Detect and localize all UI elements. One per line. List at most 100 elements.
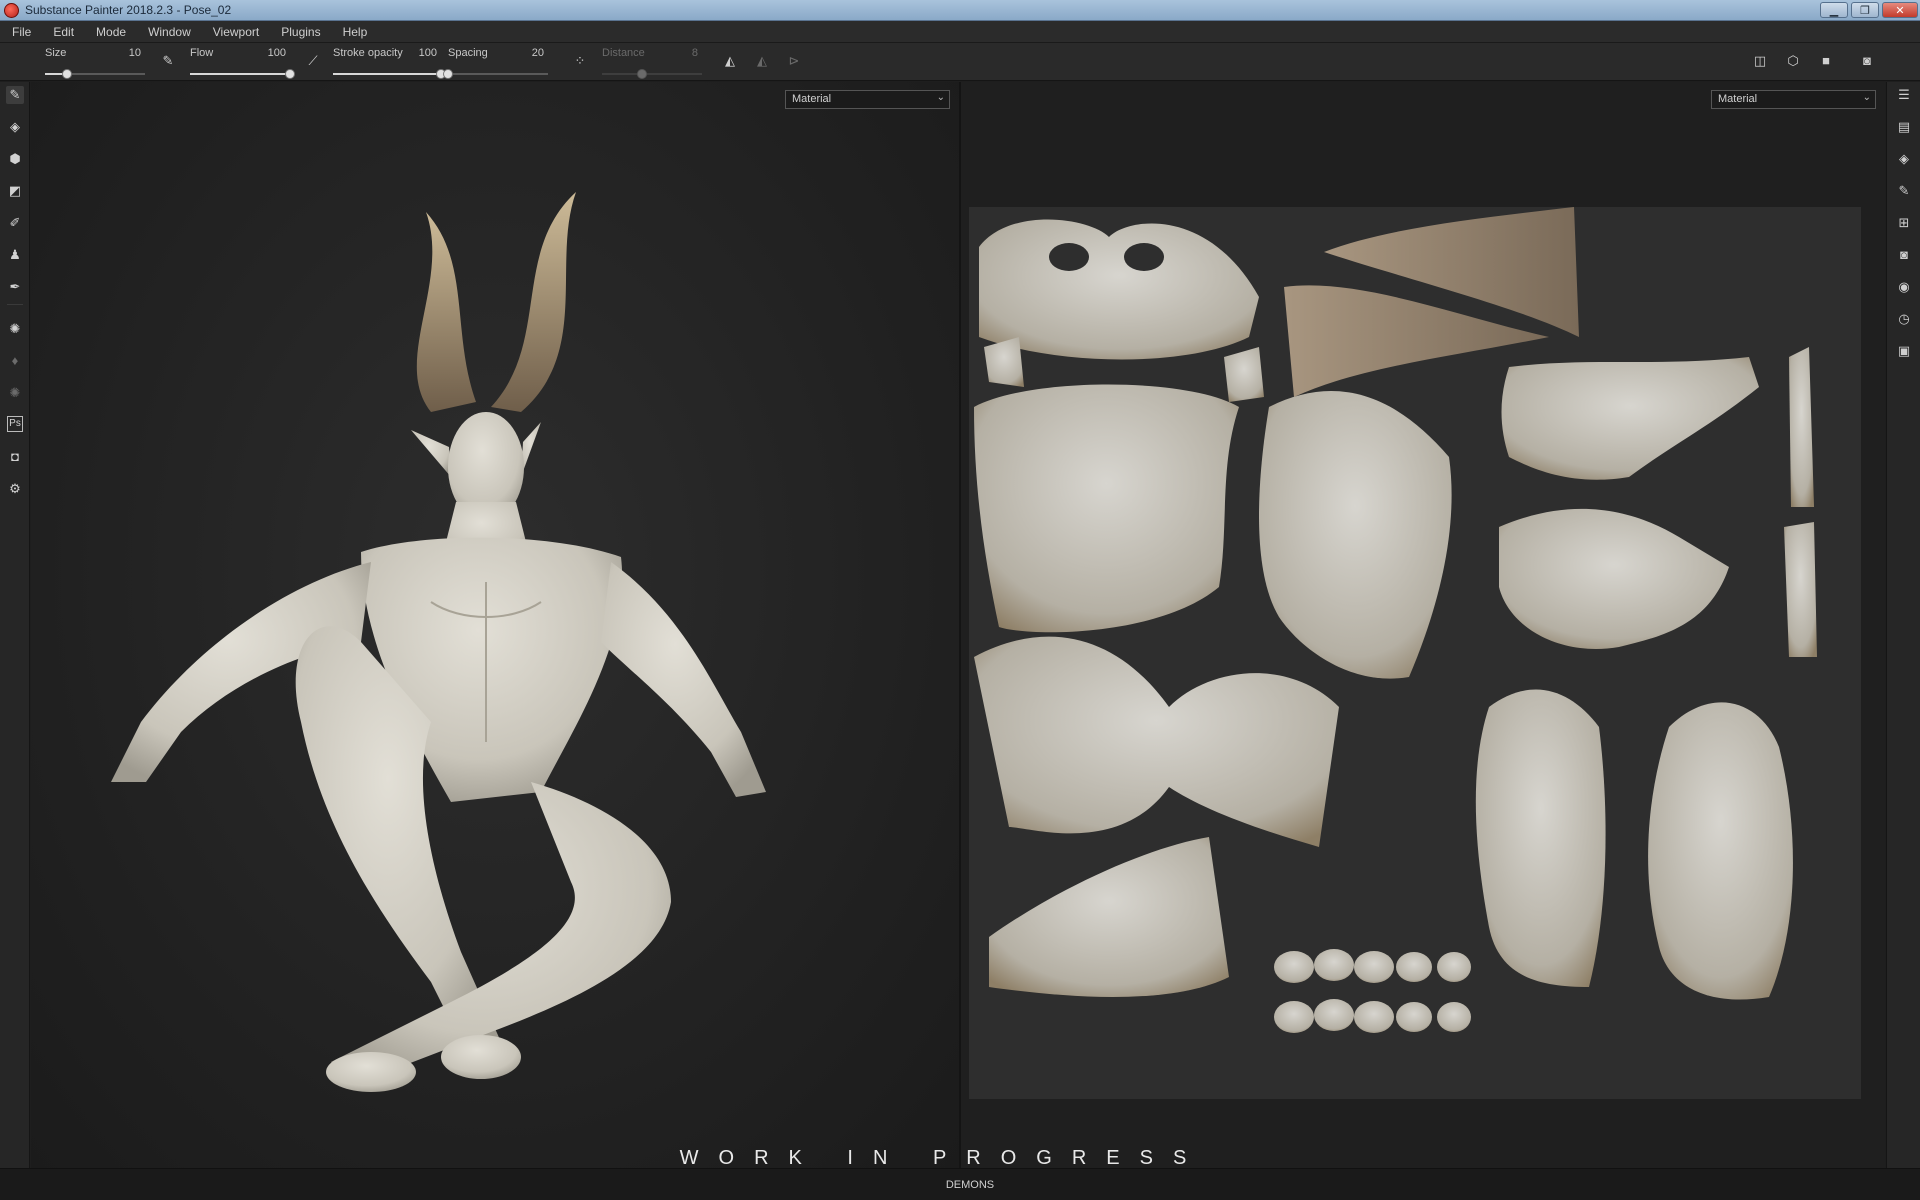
geometry-mask-icon[interactable]: ◩ [6,182,24,200]
menu-file[interactable]: File [12,25,31,39]
size-label: Size [45,47,67,59]
stroke-opacity-value[interactable]: 100 [419,47,437,59]
uv-ear-right [1224,347,1264,402]
clone-stamp-icon[interactable]: ♟ [6,246,24,264]
symmetry-icon[interactable]: ◭ [722,53,738,69]
split-view-icon[interactable]: ◫ [1752,53,1768,69]
right-foot [441,1035,521,1079]
right-ear [521,422,541,477]
camera-icon[interactable]: ■ [1818,53,1834,69]
right-horn [491,192,576,412]
size-value[interactable]: 10 [129,47,141,59]
menu-mode[interactable]: Mode [96,25,126,39]
right-arm [601,562,766,797]
tool-strip: ✎ ◈ ⬢ ◩ ✐ ♟ ✒ ✺ ♦ ✺ Ps ◘ ⚙ [0,82,30,1168]
uv-toes [1274,949,1471,1033]
restore-button[interactable]: ❐ [1851,2,1879,18]
color-picker-icon[interactable]: ✒ [6,278,24,296]
uv-foot [989,837,1229,997]
history-icon[interactable]: ◷ [1895,310,1913,328]
lazy-mouse-icon[interactable]: ⁘ [572,53,588,69]
layers-icon[interactable]: ◈ [1895,150,1913,168]
viewport-2d-channel-value: Material [1718,93,1758,105]
uv-ear-left [984,337,1024,387]
stroke-opacity-label: Stroke opacity [333,47,403,59]
stroke-opacity-slider[interactable] [333,69,446,79]
size-slider-handle[interactable] [62,69,72,79]
spacing-value[interactable]: 20 [532,47,544,59]
texture-set-icon[interactable]: ✺ [6,384,24,402]
size-slider[interactable] [45,69,145,79]
left-ear [411,430,451,477]
spacing-slider-handle[interactable] [443,69,453,79]
uv-leg-lower-right [1648,702,1793,1000]
viewport-3d-channel-value: Material [792,93,832,105]
close-button[interactable]: ✕ [1882,2,1918,18]
uv-face [979,219,1259,360]
flow-slider[interactable] [190,69,295,79]
menu-bar: File Edit Mode Window Viewport Plugins H… [0,21,1920,43]
uv-back [1259,391,1452,679]
menu-window[interactable]: Window [148,25,191,39]
uv-leg-upper [974,636,1339,847]
log-icon[interactable]: ▣ [1895,342,1913,360]
window-title: Substance Painter 2018.2.3 - Pose_02 [25,3,232,17]
uv-arm-lower [1499,508,1729,649]
uv-arm-upper [1501,357,1759,480]
work-in-progress-overlay: WORK IN PROGRESS [679,1147,1207,1169]
left-foot [326,1052,416,1092]
settings-icon[interactable]: ⚙ [6,480,24,498]
eraser-icon[interactable]: ◈ [6,118,24,136]
texture-set-list-icon[interactable]: ☰ [1895,86,1913,104]
flow-value[interactable]: 100 [268,47,286,59]
uv-texture-sheet [969,207,1861,1099]
status-text: DEMONS [945,1179,995,1191]
bake-icon[interactable]: ✺ [6,320,24,338]
viewport-2d-channel-dropdown[interactable]: Material ⌄ [1711,90,1876,109]
flow-label: Flow [190,47,214,59]
title-bar: Substance Painter 2018.2.3 - Pose_02 ▁ ❐… [0,0,1920,21]
export-icon[interactable]: ◘ [6,448,24,466]
distance-slider-handle [637,69,647,79]
texture-set-settings-icon[interactable]: ▤ [1895,118,1913,136]
symmetry-settings-icon[interactable]: ◭ [754,53,770,69]
projection-icon[interactable]: ⬢ [6,150,24,168]
paint-brush-icon[interactable]: ✎ [6,86,24,104]
menu-help[interactable]: Help [343,25,368,39]
spacing-label: Spacing [448,47,488,59]
status-bar: DEMONS [0,1168,1920,1200]
viewport-3d[interactable]: Material ⌄ [31,82,959,1168]
app-logo-icon [4,3,19,18]
symmetry-axis-icon[interactable]: ⊳ [786,53,802,69]
spacing-slider[interactable] [443,69,548,79]
tool-options-bar: Size 10 ✎ Flow 100 ⟋ Stroke opacity 100 … [0,43,1920,81]
photoshop-export-icon[interactable]: Ps [7,416,23,432]
size-pressure-icon[interactable]: ✎ [160,53,176,69]
uv-chest [974,384,1239,633]
shader-settings-icon[interactable]: ◉ [1895,278,1913,296]
uv-islands [974,207,1817,1033]
uv-fingers [1789,347,1814,507]
screenshot-icon[interactable]: ◙ [1859,53,1875,69]
menu-edit[interactable]: Edit [53,25,74,39]
viewport-2d[interactable]: Material ⌄ [961,82,1885,1168]
demon-model-render [111,192,766,1092]
3d-view-mode-icon[interactable]: ⬡ [1785,53,1801,69]
minimize-button[interactable]: ▁ [1820,2,1848,18]
distance-value: 8 [691,47,698,59]
viewport-3d-channel-dropdown[interactable]: Material ⌄ [785,90,950,109]
menu-plugins[interactable]: Plugins [281,25,320,39]
chevron-down-icon: ⌄ [1862,92,1871,103]
properties-icon[interactable]: ✎ [1895,182,1913,200]
shelf-icon[interactable]: ⊞ [1895,214,1913,232]
iray-icon[interactable]: ♦ [6,352,24,370]
flow-slider-handle[interactable] [285,69,295,79]
uv-leg-lower-left [1475,689,1606,987]
display-settings-icon[interactable]: ◙ [1895,246,1913,264]
smudge-icon[interactable]: ✐ [6,214,24,232]
menu-viewport[interactable]: Viewport [213,25,259,39]
distance-slider [602,69,702,79]
distance-label: Distance [602,47,645,59]
flow-pressure-icon[interactable]: ⟋ [305,53,321,69]
chevron-down-icon: ⌄ [936,92,945,103]
